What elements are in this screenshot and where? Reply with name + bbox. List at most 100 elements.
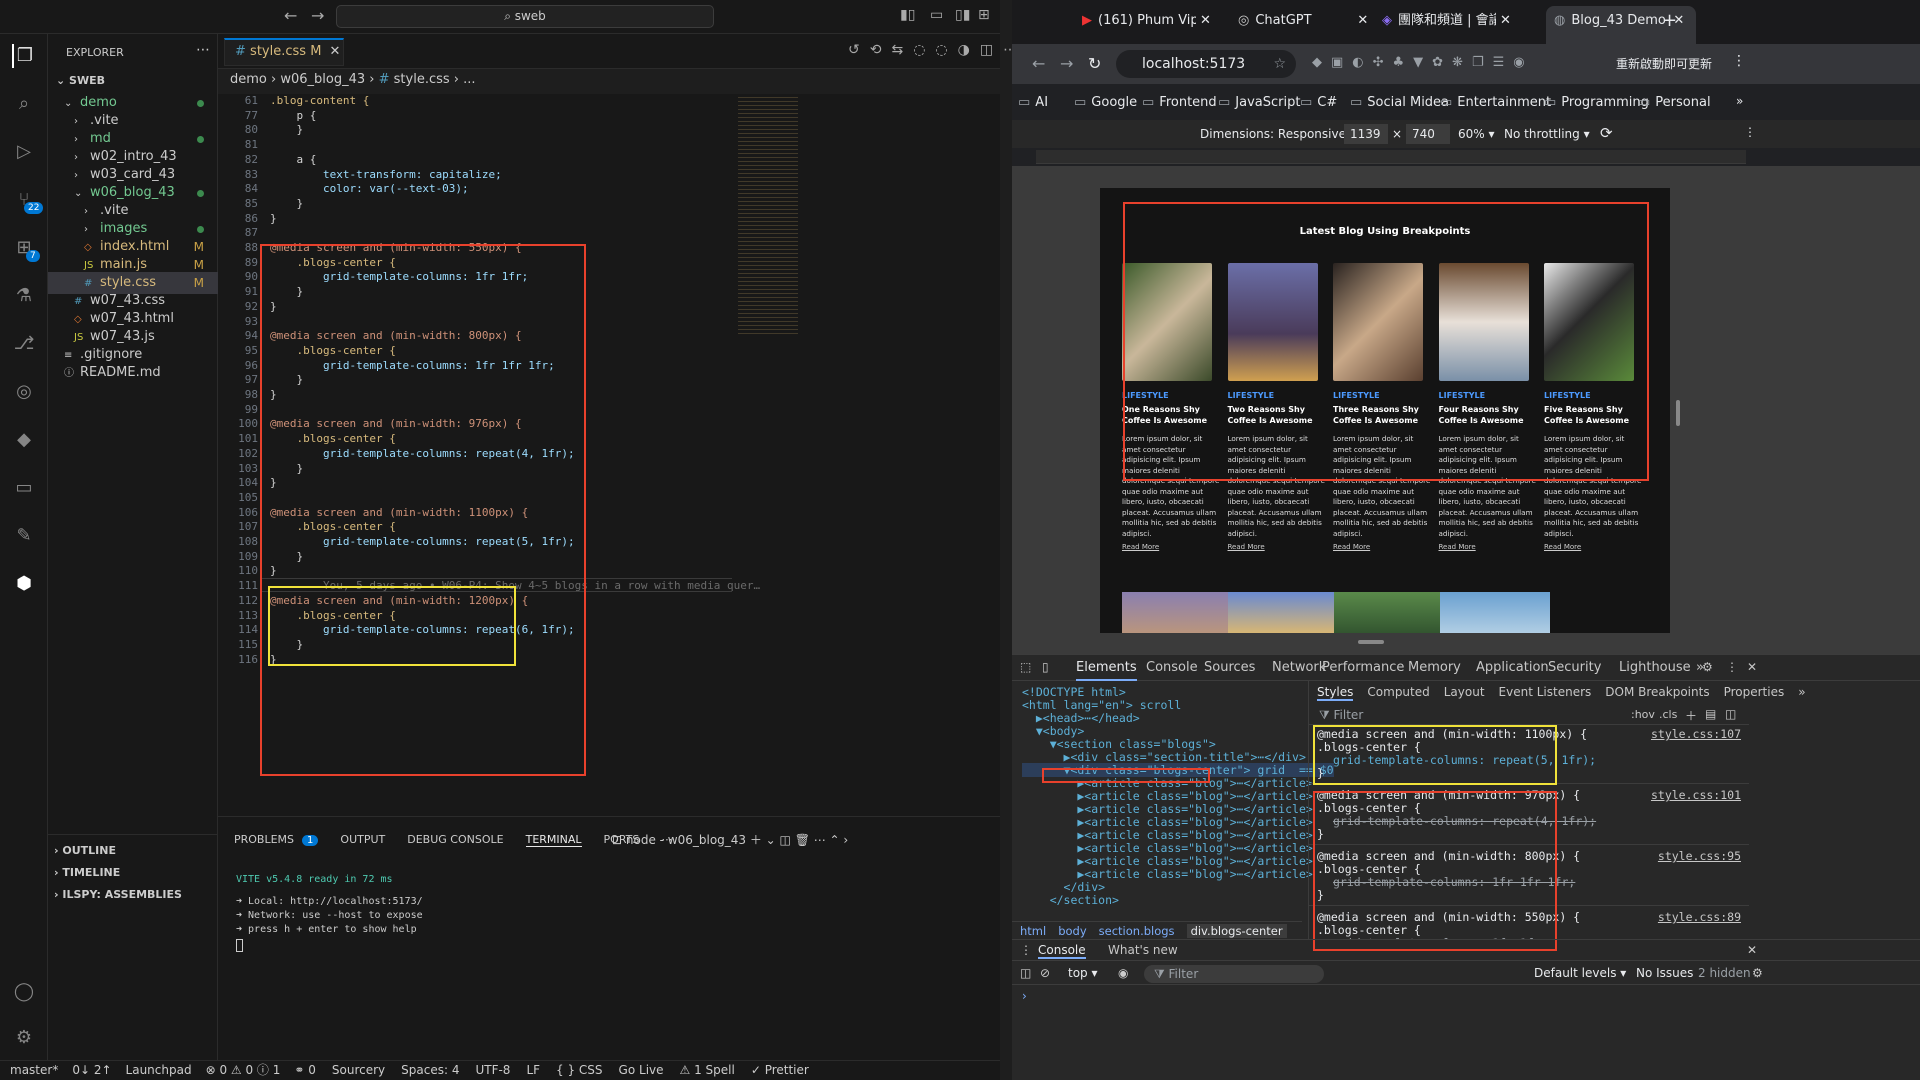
forward-icon[interactable]: → (1060, 54, 1073, 73)
media-query-ruler[interactable] (1036, 150, 1746, 164)
python-icon[interactable]: ◆ (12, 428, 36, 452)
devtools-menu-icon[interactable]: ⋮ (1726, 660, 1738, 674)
styles-subtab[interactable]: Computed (1367, 685, 1429, 699)
reload-icon[interactable]: ↻ (1088, 54, 1101, 73)
crumb-demo[interactable]: demo (230, 72, 267, 87)
run-debug-icon[interactable]: ▷ (12, 140, 36, 164)
console-sidebar-icon[interactable]: ◫ (1020, 966, 1031, 980)
devtools-tab[interactable]: Console (1146, 655, 1198, 681)
explorer-icon[interactable]: ❐ (12, 44, 36, 68)
ilspy-section[interactable]: › ILSPY: ASSEMBLIES (48, 884, 218, 906)
drawer-menu-icon[interactable]: ⋮ (1020, 943, 1032, 957)
styles-subtab[interactable]: Event Listeners (1499, 685, 1592, 699)
dom-node[interactable]: ▶<div class="section-title">⋯</div> (1022, 750, 1306, 764)
outline-section[interactable]: › OUTLINE (48, 840, 218, 862)
account-icon[interactable]: ◯ (12, 980, 36, 1004)
browser-tab[interactable]: ▶ (161) Phum Viphurit ✕ (1082, 6, 1232, 36)
devtools-tab[interactable]: Lighthouse (1619, 655, 1691, 681)
rule-source-link[interactable]: style.css:89 (1658, 910, 1741, 924)
styles-subtab[interactable]: DOM Breakpoints (1605, 685, 1709, 699)
console-settings-icon[interactable]: ⚙ (1752, 966, 1763, 980)
new-rule-icon[interactable]: ＋ (1685, 707, 1697, 724)
dom-node[interactable]: ▶<article class="blog">⋯</article> (1022, 802, 1312, 816)
bookmark-folder[interactable]: ▭ Entertainment (1440, 95, 1551, 110)
devtools-tab[interactable]: Application (1476, 655, 1549, 681)
rule-source-link[interactable]: style.css:101 (1651, 788, 1741, 802)
devtools-tab[interactable]: Security (1548, 655, 1601, 681)
dom-node[interactable]: </section> (1022, 893, 1119, 907)
update-button[interactable]: 重新啟動即可更新 (1616, 55, 1712, 72)
bookmark-folder[interactable]: ▭ Frontend (1142, 95, 1217, 110)
console-prompt[interactable]: › (1022, 989, 1027, 1003)
devtools-settings-icon[interactable]: ⚙ (1702, 660, 1713, 674)
read-more-link[interactable]: Read More (1122, 543, 1222, 551)
styles-more-icon[interactable]: » (1798, 685, 1805, 699)
read-more-link[interactable]: Read More (1544, 543, 1644, 551)
dom-node[interactable]: ▶<article class="blog">⋯</article> (1022, 789, 1312, 803)
rule-source-link[interactable]: style.css:107 (1651, 727, 1741, 741)
filter-input[interactable]: ⧩ Filter (1319, 708, 1363, 723)
back-icon[interactable]: ← (1032, 54, 1045, 73)
extension-icons[interactable]: ◆▣◐✣♣▼✿❋❐☰◉ (1312, 55, 1534, 70)
devtools-tab[interactable]: Elements (1076, 655, 1137, 681)
element-state-icon[interactable]: ▤ (1705, 707, 1716, 721)
minimap[interactable] (738, 94, 798, 334)
address-bar[interactable]: localhost:5173 ☆ (1116, 50, 1296, 78)
timeline-section[interactable]: › TIMELINE (48, 862, 218, 884)
hexagon-icon[interactable]: ⬢ (12, 572, 36, 596)
new-tab-icon[interactable]: + (1662, 10, 1677, 31)
customize-layout-icon[interactable]: ⊞ (978, 7, 990, 23)
tab-close-icon[interactable]: ✕ (1357, 13, 1368, 28)
status-item[interactable]: ⚭ 0 (294, 1063, 316, 1077)
devtools-tab[interactable]: Memory (1408, 655, 1461, 681)
more-bookmarks-icon[interactable]: » (1736, 94, 1743, 108)
code-editor[interactable]: 61 .blog-content {77 p {80 } 81 82 a {83 te… (218, 94, 1000, 816)
layout-sidebar-icon[interactable]: ▮▯ (900, 7, 915, 23)
status-item[interactable]: Launchpad (126, 1063, 192, 1077)
console-filter-input[interactable]: ⧩ Filter (1144, 965, 1324, 983)
browser-tab[interactable]: ◈ 團隊和頻道 | 會議和... ✕ (1382, 6, 1532, 36)
dom-crumb[interactable]: section.blogs (1099, 924, 1175, 938)
browser-tab[interactable]: ◎ ChatGPT ✕ (1238, 6, 1388, 36)
devtools-tab[interactable]: Network (1272, 655, 1326, 681)
devtools-tab[interactable]: Sources (1204, 655, 1255, 681)
dom-tree[interactable]: <!DOCTYPE html> <html lang="en"> scroll ▶… (1022, 685, 1334, 920)
tab-style-css[interactable]: # style.css M ✕ (224, 38, 344, 66)
panel-tab-problems[interactable]: PROBLEMS (234, 833, 294, 846)
layout-panel-icon[interactable]: ▭ (930, 7, 943, 23)
styles-subtab[interactable]: Layout (1444, 685, 1485, 699)
styles-subtab[interactable]: Styles (1317, 685, 1354, 701)
height-input[interactable]: 740 (1406, 124, 1450, 144)
panel-tab-debug-console[interactable]: DEBUG CONSOLE (407, 833, 503, 846)
device-menu-icon[interactable]: ⋮ (1744, 125, 1756, 139)
folder-icon[interactable]: ▭ (12, 476, 36, 500)
panel-tab-output[interactable]: OUTPUT (340, 833, 385, 846)
dom-node[interactable]: ▶<article class="blog">⋯</article> (1022, 815, 1312, 829)
dom-crumb[interactable]: div.blogs-center (1186, 924, 1287, 938)
status-item[interactable]: ✓ Prettier (751, 1063, 809, 1077)
bookmark-folder[interactable]: ▭ C# (1300, 95, 1337, 110)
dom-node[interactable]: ▶<article class="blog">⋯</article> (1022, 867, 1312, 881)
dom-node[interactable]: </div> (1022, 880, 1106, 894)
bookmark-folder[interactable]: ▭ Google (1074, 95, 1137, 110)
zoom-select[interactable]: 60% ▾ (1458, 127, 1495, 141)
rule-source-link[interactable]: style.css:95 (1658, 849, 1741, 863)
cls-toggle[interactable]: .cls (1659, 708, 1677, 721)
dom-node[interactable]: ▶<head>⋯</head> (1022, 711, 1140, 725)
rotate-icon[interactable]: ⟳ (1600, 124, 1613, 142)
forward-arrow-icon[interactable]: → (311, 6, 324, 25)
remote-icon[interactable]: ◎ (12, 380, 36, 404)
drawer-tab-whats-new[interactable]: What's new (1108, 943, 1178, 957)
menu-icon[interactable]: ⋮ (1732, 53, 1746, 69)
tab-close-icon[interactable]: ✕ (1500, 13, 1511, 28)
dom-node[interactable]: ▶<article class="blog">⋯</article> (1022, 854, 1312, 868)
status-item[interactable]: Sourcery (332, 1063, 385, 1077)
bookmark-folder[interactable]: ▭ Personal (1638, 95, 1711, 110)
hov-toggle[interactable]: :hov (1631, 708, 1655, 721)
terminal-cursor[interactable] (236, 939, 243, 952)
workspace-root[interactable]: ⌄ SWEB (48, 70, 218, 92)
command-center-search[interactable]: ⌕ sweb (336, 5, 714, 28)
bookmark-folder[interactable]: ▭ JavaScript (1218, 95, 1300, 110)
dom-crumb[interactable]: html (1020, 924, 1046, 938)
status-item[interactable]: ⚠ 1 Spell (680, 1063, 735, 1077)
